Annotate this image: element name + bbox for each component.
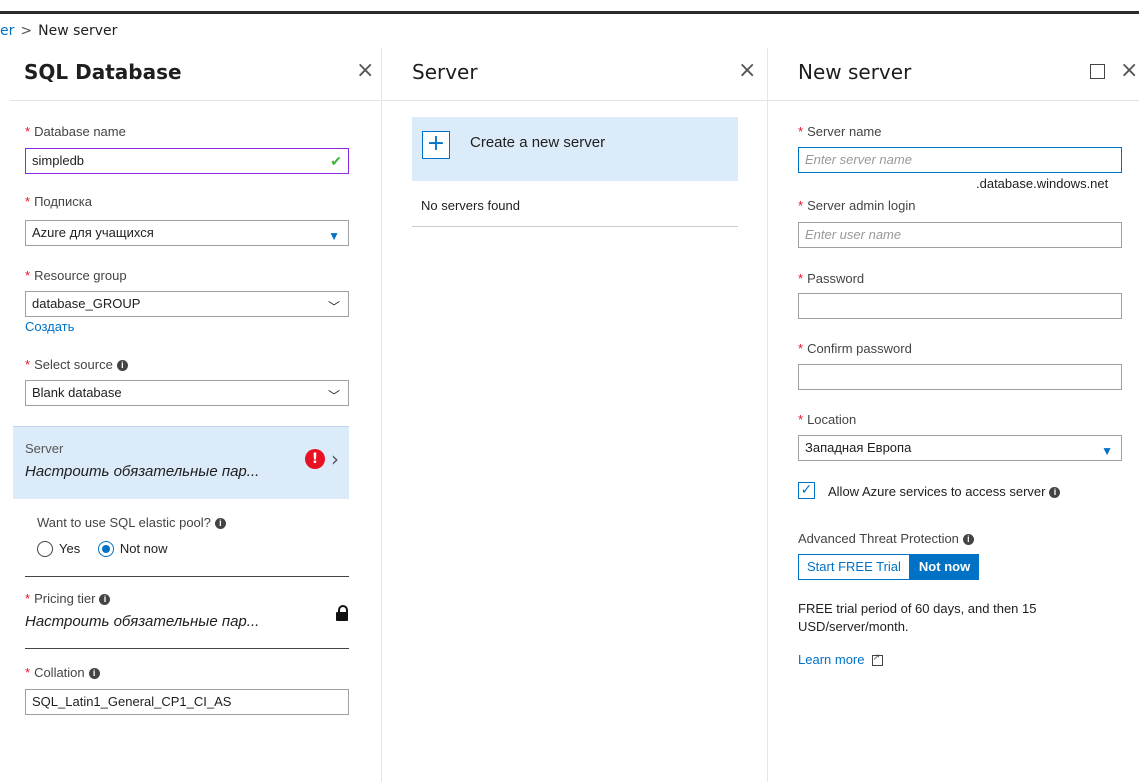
server-title: Server	[412, 60, 478, 84]
maximize-icon[interactable]	[1090, 64, 1105, 79]
elastic-pool-label: Want to use SQL elastic pool? i	[37, 515, 226, 530]
server-blade-header: Server ×	[382, 48, 767, 101]
checkmark-icon: ✔	[330, 153, 342, 169]
chevron-down-icon: ﹀	[327, 300, 340, 314]
start-free-trial-option[interactable]: Start FREE Trial	[798, 554, 910, 580]
sql-database-title: SQL Database	[24, 60, 182, 84]
server-name-input[interactable]: Enter server name	[798, 147, 1122, 173]
subscription-label: * Подписка	[25, 194, 92, 209]
info-icon[interactable]: i	[962, 534, 974, 546]
sql-database-blade-header: SQL Database ×	[10, 48, 380, 101]
divider	[25, 648, 349, 649]
radio-yes[interactable]	[37, 540, 53, 557]
admin-login-placeholder: Enter user name	[805, 227, 902, 242]
info-icon[interactable]: i	[116, 360, 128, 372]
select-source-label: * Select source i	[25, 357, 128, 372]
breadcrumb: er > New server	[0, 14, 1139, 48]
create-new-server-label: Create a new server	[470, 134, 606, 151]
server-name-label: * Server name	[798, 124, 882, 139]
resource-group-label: * Resource group	[25, 268, 127, 283]
chevron-down-icon: ▼	[1101, 444, 1113, 458]
create-new-server-tile[interactable]: + Create a new server	[412, 117, 738, 181]
allow-azure-label: Allow Azure services to access server i	[828, 484, 1061, 499]
chevron-down-icon: ▼	[328, 229, 340, 243]
sql-database-blade: SQL Database × * Database name simpledb ✔…	[10, 48, 380, 782]
divider	[412, 226, 738, 227]
breadcrumb-parent-link[interactable]: er	[0, 23, 14, 39]
info-icon[interactable]: i	[99, 594, 111, 606]
create-resource-group-link[interactable]: Создать	[25, 319, 74, 334]
db-name-label: * Database name	[25, 124, 126, 139]
chevron-down-icon: ﹀	[327, 389, 340, 403]
pricing-tier-value[interactable]: Настроить обязательные пар...	[25, 613, 259, 630]
radio-yes-label: Yes	[59, 541, 81, 557]
atp-label: Advanced Threat Protection i	[798, 531, 974, 546]
trial-note: FREE trial period of 60 days, and then 1…	[798, 601, 1037, 634]
close-icon[interactable]: ×	[1120, 58, 1138, 83]
elastic-pool-radio-group: Yes Not now	[37, 540, 182, 557]
new-server-blade: New server × * Server name Enter server n…	[767, 48, 1139, 782]
plus-icon: +	[422, 131, 450, 159]
lock-icon	[336, 605, 348, 621]
subscription-select[interactable]: Azure для учащихся ▼	[25, 220, 349, 246]
db-name-input[interactable]: simpledb ✔	[25, 148, 349, 174]
new-server-title: New server	[798, 60, 912, 84]
radio-not-now[interactable]	[97, 540, 114, 557]
admin-login-input[interactable]: Enter user name	[798, 222, 1122, 248]
select-source-select[interactable]: Blank database ﹀	[25, 380, 349, 406]
new-server-blade-header: New server ×	[768, 48, 1139, 101]
close-icon[interactable]: ×	[738, 58, 756, 83]
location-select[interactable]: Западная Европа ▼	[798, 435, 1122, 461]
location-label: * Location	[798, 412, 857, 427]
server-setting-row[interactable]: Server Настроить обязательные пар... ! ›	[13, 426, 349, 499]
divider	[25, 576, 349, 577]
atp-toggle: Start FREE Trial Not now	[798, 554, 980, 580]
info-icon[interactable]: i	[1049, 487, 1061, 499]
server-name-placeholder: Enter server name	[805, 152, 912, 167]
confirm-password-input[interactable]	[798, 364, 1122, 390]
info-icon[interactable]: i	[214, 518, 226, 530]
not-now-option[interactable]: Not now	[909, 554, 980, 580]
info-icon[interactable]: i	[88, 668, 100, 680]
chevron-right-icon: ›	[331, 447, 339, 471]
learn-more-link[interactable]: Learn more	[798, 652, 884, 667]
server-blade: Server × + Create a new server No server…	[381, 48, 767, 782]
resource-group-select[interactable]: database_GROUP ﹀	[25, 291, 349, 317]
radio-not-now-label: Not now	[119, 541, 168, 557]
pricing-tier-label: * Pricing tier i	[25, 591, 111, 606]
close-icon[interactable]: ×	[356, 58, 374, 83]
server-label: Server	[25, 441, 64, 456]
breadcrumb-current: New server	[38, 23, 118, 39]
allow-azure-checkbox[interactable]: ✓	[798, 482, 815, 499]
error-icon: !	[305, 449, 325, 469]
confirm-password-label: * Confirm password	[798, 341, 912, 356]
external-link-icon	[872, 652, 884, 667]
password-label: * Password	[798, 271, 865, 286]
admin-login-label: * Server admin login	[798, 198, 916, 213]
collation-label: * Collation i	[25, 665, 100, 680]
domain-suffix: .database.windows.net	[976, 176, 1109, 191]
no-servers-text: No servers found	[421, 198, 520, 213]
collation-input[interactable]: SQL_Latin1_General_CP1_CI_AS	[25, 689, 349, 715]
server-value: Настроить обязательные пар...	[25, 463, 260, 480]
password-input[interactable]	[798, 293, 1122, 319]
breadcrumb-separator: >	[20, 23, 33, 39]
